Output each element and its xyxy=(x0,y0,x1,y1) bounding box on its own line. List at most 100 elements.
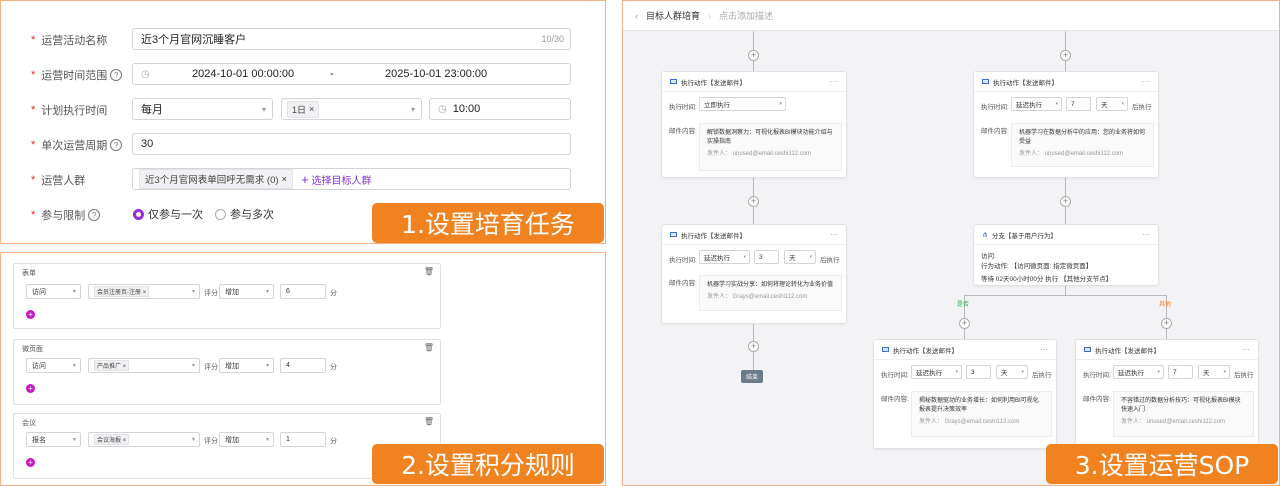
add-node-icon[interactable]: + xyxy=(748,50,759,61)
select-crowd-link[interactable]: + 选择目标人群 xyxy=(301,172,371,187)
add-node-icon[interactable]: + xyxy=(959,318,970,329)
activity-name-label: * 运营活动名称 xyxy=(31,34,108,47)
end-node[interactable]: 结束 xyxy=(741,370,764,383)
more-icon[interactable]: ··· xyxy=(1242,345,1250,354)
rule-action-select[interactable]: 访问 ▾ xyxy=(26,284,81,299)
limit-radio-group: 仅参与一次 参与多次 xyxy=(133,206,286,222)
exec-mode-select[interactable]: 延迟执行 ▾ xyxy=(911,365,962,379)
add-node-icon[interactable]: + xyxy=(748,196,759,207)
exec-mode-select[interactable]: 延迟执行 ▾ xyxy=(699,250,750,264)
exec-mode-select[interactable]: 延迟执行 ▾ xyxy=(1011,97,1062,111)
rule-target-select[interactable]: 产品推广 × ▾ xyxy=(88,358,200,373)
more-icon[interactable]: ··· xyxy=(1040,345,1048,354)
chevron-down-icon: ▾ xyxy=(410,104,415,114)
rule-action-select[interactable]: 访问 ▾ xyxy=(26,358,81,373)
plan-time-picker[interactable]: ◷ 10:00 xyxy=(429,98,571,120)
cycle-label: * 单次运营周期? xyxy=(31,137,123,153)
email-action-card[interactable]: 执行动作【发送邮件】 ··· 执行时间: 延迟执行 ▾ 3 天 ▾ 后执行 邮件内容:… xyxy=(661,224,847,324)
time-range-label: * 运营时间范围? xyxy=(31,67,123,83)
email-action-card[interactable]: 执行动作【发送邮件】 ··· 执行时间: 延迟执行 ▾ 7 天 ▾ 后执行 邮件内容:… xyxy=(973,71,1159,178)
time-range-picker[interactable]: ◷ 2024-10-01 00:00:00 - 2025-10-01 23:00… xyxy=(132,63,571,85)
add-node-icon[interactable]: + xyxy=(1060,50,1071,61)
crowd-label: * 运营人群 xyxy=(31,174,86,187)
help-icon: ? xyxy=(110,139,123,151)
more-icon[interactable]: ··· xyxy=(830,77,838,86)
chevron-down-icon: ▾ xyxy=(261,104,266,114)
rule-op-select[interactable]: 增加 ▾ xyxy=(219,284,274,299)
add-rule-icon[interactable]: + xyxy=(26,384,35,393)
plan-frequency-select[interactable]: 每月 ▾ xyxy=(132,98,273,120)
email-content-box[interactable]: 解锁数据洞察力：可视化报表BI模块功能介绍与实操指南 发件人： unused@em… xyxy=(699,123,842,171)
rule-target-select[interactable]: 会员注册页-注册 × ▾ xyxy=(88,284,200,299)
help-icon: ? xyxy=(88,209,101,221)
trash-icon[interactable]: 🗑 xyxy=(424,267,434,276)
branch-icon: ⋔ xyxy=(982,231,988,239)
add-node-icon[interactable]: + xyxy=(748,341,759,352)
clock-icon: ◷ xyxy=(438,103,447,115)
email-content-box[interactable]: 机器学习在数据分析中的应用：您的业务将如何受益 发件人： unused@email… xyxy=(1011,123,1154,167)
delay-unit-select[interactable]: 天 ▾ xyxy=(1096,97,1128,111)
activity-name-input[interactable]: 近3个月官网沉睡客户 10/30 xyxy=(132,28,571,50)
cycle-input[interactable]: 30 xyxy=(132,133,571,155)
mail-icon xyxy=(882,347,889,352)
mail-icon xyxy=(982,79,989,84)
crowd-select[interactable]: 近3个月官网表单回呼无需求 (0) × + 选择目标人群 xyxy=(132,168,571,190)
delay-number-input[interactable]: 3 xyxy=(966,365,991,379)
add-node-icon[interactable]: + xyxy=(1161,318,1172,329)
email-action-card[interactable]: 执行动作【发送邮件】 ··· 执行时间: 延迟执行 ▾ 3 天 ▾ 后执行 邮件内容:… xyxy=(873,339,1057,449)
exec-mode-select[interactable]: 延迟执行 ▾ xyxy=(1113,365,1164,379)
rule-card: 表单 🗑 访问 ▾ 会员注册页-注册 × ▾ 评分 增加 ▾ 6 分 + xyxy=(13,263,441,329)
branch-card[interactable]: ⋔ 分支【基于用户行为】 ··· 访问: 行为动作: 【访问微页面: 指定微页面】 … xyxy=(973,224,1159,286)
email-content-box[interactable]: 揭秘数据驱动的业务增长：如何利用BI可视化报表提升决策效率 发件人： Grays@… xyxy=(911,391,1052,437)
rule-op-select[interactable]: 增加 ▾ xyxy=(219,358,274,373)
email-action-card[interactable]: 执行动作【发送邮件】 ··· 执行时间: 立即执行 ▾ 邮件内容: 解锁数据洞察力：… xyxy=(661,71,847,178)
rule-value-input[interactable]: 4 xyxy=(280,358,326,373)
trash-icon[interactable]: 🗑 xyxy=(424,343,434,352)
trash-icon[interactable]: 🗑 xyxy=(424,417,434,426)
delay-unit-select[interactable]: 天 ▾ xyxy=(996,365,1028,379)
more-icon[interactable]: ··· xyxy=(1142,230,1150,239)
rule-op-select[interactable]: 增加 ▾ xyxy=(219,432,274,447)
limit-once-radio[interactable]: 仅参与一次 xyxy=(133,206,203,222)
delay-unit-select[interactable]: 天 ▾ xyxy=(1198,365,1230,379)
description-hint[interactable]: 点击添加描述 xyxy=(719,9,773,22)
char-count: 10/30 xyxy=(541,34,564,44)
limit-multi-radio[interactable]: 参与多次 xyxy=(215,206,274,222)
email-action-card[interactable]: 执行动作【发送邮件】 ··· 执行时间: 延迟执行 ▾ 7 天 ▾ 后执行 邮件内容:… xyxy=(1075,339,1259,449)
mail-icon xyxy=(670,232,677,237)
email-content-box[interactable]: 机器学习实战分享：如何将理论转化为业务价值 发件人： Grays@email.ce… xyxy=(699,275,842,311)
delay-unit-select[interactable]: 天 ▾ xyxy=(784,250,816,264)
sop-topbar: ‹ 目标人群培育 › 点击添加描述 xyxy=(623,1,1279,31)
delay-number-input[interactable]: 7 xyxy=(1168,365,1193,379)
more-icon[interactable]: ··· xyxy=(830,230,838,239)
help-icon: ? xyxy=(110,69,123,81)
callout-step2: 2.设置积分规则 xyxy=(372,444,604,484)
add-rule-icon[interactable]: + xyxy=(26,458,35,467)
email-content-box[interactable]: 不容错过的数据分析技巧：可视化报表BI模块快速入门 发件人： unused@ema… xyxy=(1113,391,1254,437)
crowd-tag: 近3个月官网表单回呼无需求 (0) × xyxy=(139,169,294,189)
delay-number-input[interactable]: 3 xyxy=(754,250,779,264)
plan-day-select[interactable]: 1日 × ▾ xyxy=(281,98,422,120)
back-icon[interactable]: ‹ xyxy=(635,11,638,21)
time-start: 2024-10-01 00:00:00 xyxy=(192,68,295,80)
clock-icon: ◷ xyxy=(141,68,150,80)
breadcrumb: 目标人群培育 xyxy=(646,11,701,21)
rule-action-select[interactable]: 报名 ▾ xyxy=(26,432,81,447)
delay-number-input[interactable]: 7 xyxy=(1066,97,1091,111)
exec-mode-select[interactable]: 立即执行 ▾ xyxy=(699,97,786,111)
rule-value-input[interactable]: 1 xyxy=(280,432,326,447)
rule-target-select[interactable]: 会议海报 × ▾ xyxy=(88,432,200,447)
mail-icon xyxy=(1084,347,1091,352)
rule-value-input[interactable]: 6 xyxy=(280,284,326,299)
callout-step3: 3.设置运营SOP xyxy=(1046,444,1278,484)
day-tag: 1日 × xyxy=(287,100,320,118)
limit-label: * 参与限制? xyxy=(31,207,101,223)
mail-icon xyxy=(670,79,677,84)
add-rule-icon[interactable]: + xyxy=(26,310,35,319)
rule-card: 微页面 🗑 访问 ▾ 产品推广 × ▾ 评分 增加 ▾ 4 分 + xyxy=(13,339,441,405)
add-node-icon[interactable]: + xyxy=(1060,196,1071,207)
more-icon[interactable]: ··· xyxy=(1142,77,1150,86)
plan-time-label: * 计划执行时间 xyxy=(31,104,108,117)
sop-panel: ‹ 目标人群培育 › 点击添加描述 + + + 结束 + + 是否 其他 + +… xyxy=(622,0,1280,486)
time-end: 2025-10-01 23:00:00 xyxy=(385,68,488,80)
